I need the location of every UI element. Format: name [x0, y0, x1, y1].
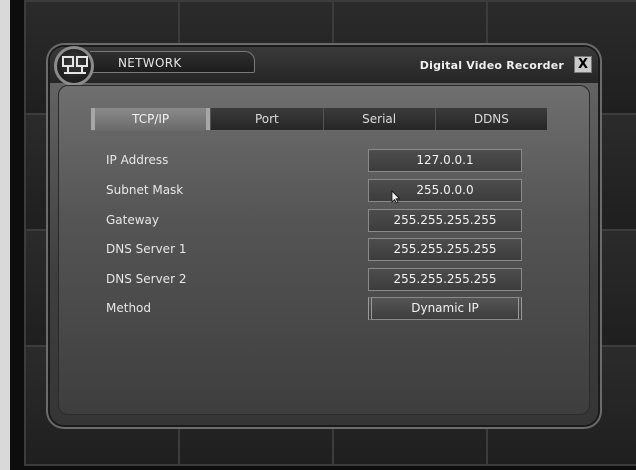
dns-server-2-row: DNS Server 2 255.255.255.255	[106, 268, 526, 292]
network-icon	[54, 46, 94, 86]
subnet-mask-label: Subnet Mask	[106, 183, 184, 197]
network-dialog: NETWORK Digital Video Recorder X TCP/IP …	[50, 46, 598, 425]
app-title: Digital Video Recorder	[419, 59, 564, 72]
tab-ddns[interactable]: DDNS	[434, 108, 547, 130]
gateway-row: Gateway 255.255.255.255	[106, 209, 526, 233]
ip-address-label: IP Address	[106, 153, 169, 167]
dns-server-1-label: DNS Server 1	[106, 242, 187, 256]
ip-address-field[interactable]: 127.0.0.1	[368, 149, 522, 172]
dialog-titlebar: NETWORK Digital Video Recorder X	[50, 47, 598, 83]
method-select[interactable]: Dynamic IP	[368, 297, 522, 320]
subnet-mask-row: Subnet Mask 255.0.0.0	[106, 179, 526, 203]
dns-server-2-label: DNS Server 2	[106, 272, 187, 286]
tab-bar: TCP/IP Port Serial DDNS	[90, 107, 548, 131]
gateway-field[interactable]: 255.255.255.255	[368, 209, 522, 232]
ip-address-row: IP Address 127.0.0.1	[106, 149, 526, 173]
gateway-label: Gateway	[106, 213, 160, 227]
tab-serial[interactable]: Serial	[322, 108, 435, 130]
section-label: NETWORK	[118, 56, 182, 70]
close-icon: X	[577, 57, 589, 72]
dns-server-1-row: DNS Server 1 255.255.255.255	[106, 238, 526, 262]
close-button[interactable]: X	[574, 56, 592, 73]
method-row: Method Dynamic IP	[106, 297, 526, 321]
tab-tcpip[interactable]: TCP/IP	[91, 108, 211, 130]
dns-server-2-field[interactable]: 255.255.255.255	[368, 268, 522, 291]
tab-port[interactable]: Port	[210, 108, 323, 130]
mouse-pointer-icon	[391, 189, 401, 208]
method-label: Method	[106, 301, 152, 315]
dns-server-1-field[interactable]: 255.255.255.255	[368, 238, 522, 261]
